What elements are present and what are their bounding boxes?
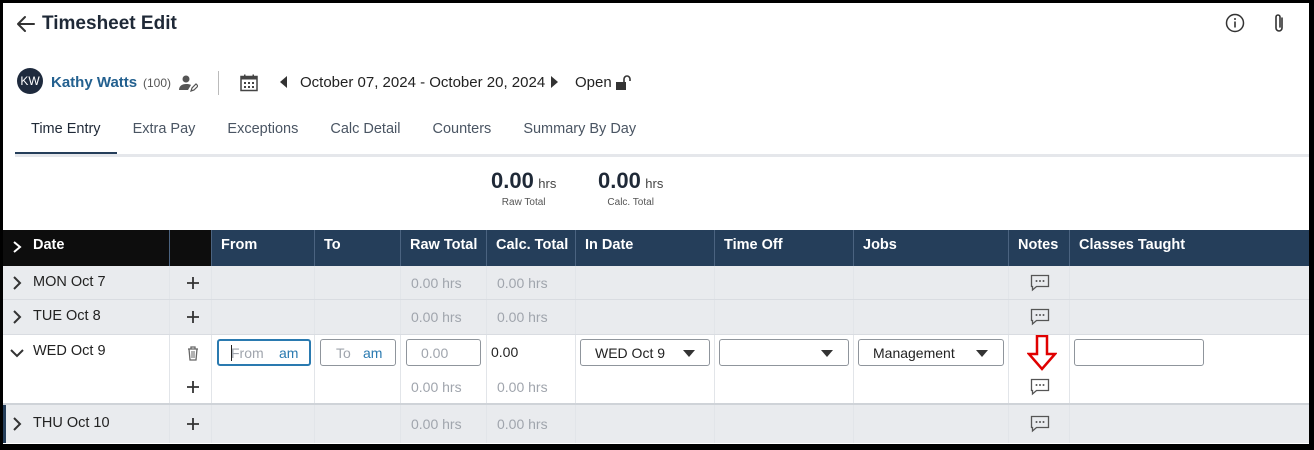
- column-header-calc-total[interactable]: Calc. Total: [487, 230, 576, 266]
- avatar: KW: [17, 68, 43, 94]
- table-row: MON Oct 7 0.00 hrs 0.00 hrs: [3, 266, 1309, 300]
- from-time-placeholder: From: [231, 345, 264, 361]
- calc-total-value: 0.00: [598, 168, 641, 193]
- employee-name-link[interactable]: Kathy Watts: [51, 74, 137, 91]
- row-accent: [3, 405, 6, 443]
- page-title: Timesheet Edit: [42, 13, 177, 34]
- day-label: WED Oct 9: [33, 343, 106, 359]
- calc-total-cell: 0.00 hrs: [497, 416, 548, 432]
- column-header-classes-taught[interactable]: Classes Taught: [1070, 230, 1309, 266]
- calc-total-cell: 0.00 hrs: [497, 275, 548, 291]
- calendar-icon[interactable]: [239, 73, 259, 93]
- job-selected: Management: [873, 345, 955, 361]
- column-header-jobs[interactable]: Jobs: [854, 230, 1009, 266]
- raw-total-input[interactable]: 0.00: [406, 339, 481, 366]
- employee-bar: KW Kathy Watts (100) October 07, 2024 - …: [3, 65, 1309, 99]
- chevron-right-icon[interactable]: [12, 241, 22, 253]
- tab-calc-detail[interactable]: Calc Detail: [314, 115, 416, 155]
- tab-counters[interactable]: Counters: [416, 115, 507, 155]
- column-header-actions: [170, 230, 212, 266]
- calc-total-value: 0.00: [491, 344, 519, 360]
- employee-id: (100): [143, 76, 172, 90]
- from-time-input[interactable]: From am: [217, 339, 311, 366]
- column-header-from[interactable]: From: [212, 230, 315, 266]
- previous-period-icon[interactable]: [279, 76, 289, 88]
- chevron-right-icon[interactable]: [11, 310, 23, 324]
- column-header-raw-total[interactable]: Raw Total: [401, 230, 487, 266]
- raw-total-cell: 0.00 hrs: [411, 309, 462, 325]
- comment-icon[interactable]: [1030, 415, 1050, 433]
- day-label: TUE Oct 8: [33, 308, 101, 324]
- calc-total-cell: 0.00 hrs: [497, 309, 548, 325]
- column-header-date-label: Date: [33, 237, 65, 253]
- from-ampm-toggle[interactable]: am: [279, 345, 298, 361]
- top-bar: Timesheet Edit: [3, 3, 1309, 47]
- comment-icon[interactable]: [1030, 378, 1050, 396]
- calc-total-unit: hrs: [645, 176, 664, 191]
- tab-time-entry[interactable]: Time Entry: [15, 115, 117, 155]
- raw-total-label: Raw Total: [501, 197, 546, 208]
- trash-icon[interactable]: [186, 345, 200, 361]
- column-header-to[interactable]: To: [315, 230, 401, 266]
- plus-icon[interactable]: [186, 380, 200, 394]
- raw-total-cell: 0.00 hrs: [411, 416, 462, 432]
- column-header-notes[interactable]: Notes: [1009, 230, 1070, 266]
- raw-total-summary: 0.00 hrs Raw Total: [491, 168, 556, 208]
- calc-total-label: Calc. Total: [607, 197, 654, 208]
- table-row: 0.00 hrs 0.00 hrs: [3, 370, 1309, 405]
- job-select[interactable]: Management: [858, 339, 1004, 366]
- raw-total-value: 0.00: [491, 168, 534, 193]
- chevron-right-icon[interactable]: [11, 276, 23, 290]
- next-period-icon[interactable]: [549, 76, 559, 88]
- comment-icon[interactable]: [1030, 308, 1050, 326]
- chevron-right-icon[interactable]: [11, 417, 23, 431]
- period-status: Open: [575, 74, 612, 91]
- caret-down-icon: [683, 350, 695, 357]
- text-cursor: [231, 345, 232, 361]
- tab-divider: [15, 154, 1309, 157]
- tab-summary-by-day[interactable]: Summary By Day: [507, 115, 652, 155]
- chevron-down-icon[interactable]: [9, 346, 25, 360]
- to-ampm-toggle[interactable]: am: [363, 345, 382, 361]
- calc-total-summary: 0.00 hrs Calc. Total: [598, 168, 663, 208]
- to-time-input[interactable]: To am: [320, 339, 396, 366]
- pay-period-range: October 07, 2024 - October 20, 2024: [300, 74, 546, 91]
- day-label: THU Oct 10: [33, 415, 110, 431]
- table-row: TUE Oct 8 0.00 hrs 0.00 hrs: [3, 300, 1309, 335]
- time-off-select[interactable]: [719, 339, 849, 366]
- in-date-select[interactable]: WED Oct 9: [580, 339, 710, 366]
- annotation-arrow-down-icon: [1027, 335, 1057, 371]
- comment-icon[interactable]: [1030, 274, 1050, 292]
- column-header-date[interactable]: Date: [3, 230, 170, 266]
- caret-down-icon: [976, 350, 988, 357]
- person-edit-icon[interactable]: [178, 73, 198, 93]
- caret-down-icon: [821, 350, 833, 357]
- table-row: THU Oct 10 0.00 hrs 0.00 hrs: [3, 405, 1309, 443]
- arrow-left-icon[interactable]: [15, 13, 37, 35]
- plus-icon[interactable]: [186, 276, 200, 290]
- calc-total-cell: 0.00 hrs: [497, 379, 548, 395]
- raw-total-unit: hrs: [538, 176, 557, 191]
- timesheet-window: Timesheet Edit KW Kathy Watts (100) Octo…: [3, 3, 1309, 444]
- classes-taught-input[interactable]: [1074, 339, 1204, 366]
- column-header-time-off[interactable]: Time Off: [715, 230, 854, 266]
- day-label: MON Oct 7: [33, 274, 106, 290]
- table-row-editing: WED Oct 9 From am To am 0.00 0.00 WED Oc…: [3, 335, 1309, 370]
- raw-total-placeholder: 0.00: [421, 345, 449, 361]
- tab-bar: Time Entry Extra Pay Exceptions Calc Det…: [15, 115, 652, 157]
- tab-exceptions[interactable]: Exceptions: [211, 115, 314, 155]
- unlocked-icon: [616, 75, 631, 90]
- to-time-placeholder: To: [336, 345, 351, 361]
- paperclip-icon[interactable]: [1271, 12, 1287, 34]
- column-header-in-date[interactable]: In Date: [576, 230, 715, 266]
- raw-total-cell: 0.00 hrs: [411, 379, 462, 395]
- in-date-selected: WED Oct 9: [595, 345, 666, 361]
- raw-total-cell: 0.00 hrs: [411, 275, 462, 291]
- plus-icon[interactable]: [186, 310, 200, 324]
- info-circle-icon[interactable]: [1225, 13, 1245, 33]
- tab-extra-pay[interactable]: Extra Pay: [117, 115, 212, 155]
- divider: [218, 71, 219, 95]
- plus-icon[interactable]: [186, 417, 200, 431]
